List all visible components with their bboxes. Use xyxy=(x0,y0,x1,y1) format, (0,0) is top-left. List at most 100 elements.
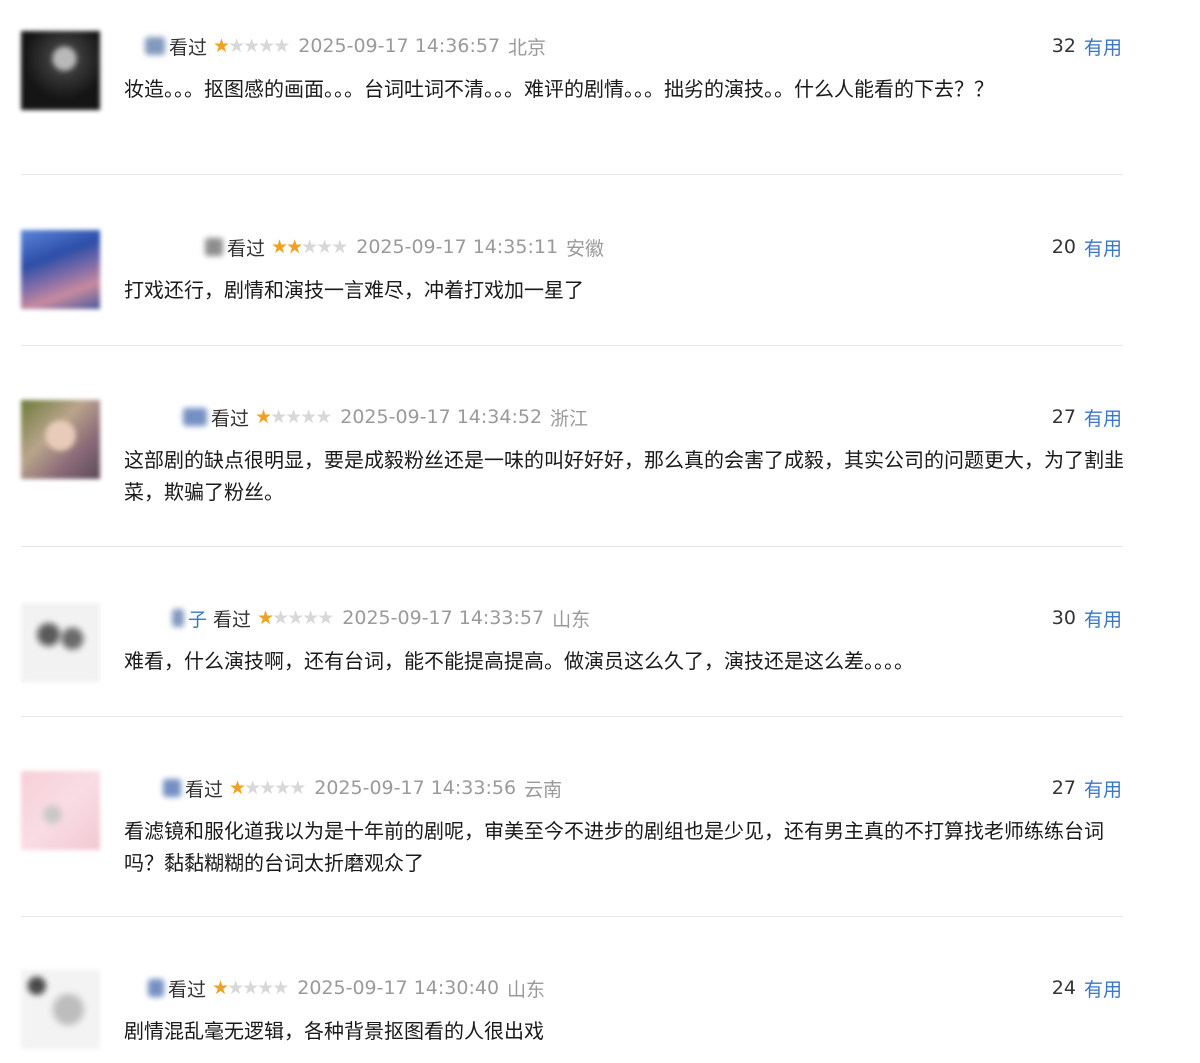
star-empty-icon: ★ xyxy=(244,776,261,799)
star-empty-icon: ★ xyxy=(274,776,291,799)
star-empty-icon: ★ xyxy=(289,776,306,799)
useful-count: 32 xyxy=(1051,35,1076,57)
star-filled-icon: ★ xyxy=(286,235,303,258)
review-time: 2025-09-17 14:30:40 xyxy=(297,977,500,999)
avatar[interactable] xyxy=(21,603,100,682)
star-empty-icon: ★ xyxy=(302,606,319,629)
avatar[interactable] xyxy=(21,771,100,850)
username[interactable] xyxy=(172,609,184,627)
review-location: 云南 xyxy=(524,778,563,801)
star-empty-icon: ★ xyxy=(285,405,302,428)
useful-button[interactable]: 有用 xyxy=(1084,404,1122,431)
rating-stars: ★ ★ ★ ★ ★ xyxy=(255,405,332,428)
useful-button[interactable]: 有用 xyxy=(1084,975,1122,1002)
useful-area: 32 有用 xyxy=(1052,31,1122,61)
review-text: 难看，什么演技啊，还有台词，能不能提高提高。做演员这么久了，演技还是这么差。。。… xyxy=(124,649,914,673)
review-text: 妆造。。。抠图感的画面。。。台词吐词不清。。。难评的剧情。。。拙劣的演技。。什么… xyxy=(124,77,994,101)
star-empty-icon: ★ xyxy=(331,235,348,258)
review-time: 2025-09-17 14:33:56 xyxy=(314,777,517,799)
star-empty-icon: ★ xyxy=(300,405,317,428)
review-location: 北京 xyxy=(508,36,547,59)
review-meta: 看过 ★ ★ ★ ★ ★ 2025-09-17 14:34:52 浙江 xyxy=(183,402,588,432)
star-filled-icon: ★ xyxy=(257,606,274,629)
star-empty-icon: ★ xyxy=(287,606,304,629)
rating-stars: ★ ★ ★ ★ ★ xyxy=(212,976,289,999)
useful-count: 27 xyxy=(1051,777,1076,799)
useful-count: 24 xyxy=(1051,977,1076,999)
watch-status: 看过 xyxy=(213,608,252,631)
avatar[interactable] xyxy=(21,970,100,1049)
star-empty-icon: ★ xyxy=(227,976,244,999)
useful-area: 30 有用 xyxy=(1052,603,1122,633)
review-meta: 看过 ★ ★ ★ ★ ★ 2025-09-17 14:35:11 安徽 xyxy=(205,232,604,262)
star-filled-icon: ★ xyxy=(229,776,246,799)
review-location: 山东 xyxy=(552,608,591,631)
useful-button[interactable]: 有用 xyxy=(1084,775,1122,802)
watch-status: 看过 xyxy=(168,978,207,1001)
review-text: 打戏还行，剧情和演技一言难尽，冲着打戏加一星了 xyxy=(124,278,584,302)
username[interactable] xyxy=(183,408,207,426)
star-filled-icon: ★ xyxy=(212,976,229,999)
watch-status: 看过 xyxy=(227,237,266,260)
star-empty-icon: ★ xyxy=(242,976,259,999)
star-empty-icon: ★ xyxy=(317,606,334,629)
username-visible[interactable]: 子 xyxy=(188,605,207,632)
rating-stars: ★ ★ ★ ★ ★ xyxy=(257,606,334,629)
rating-stars: ★ ★ ★ ★ ★ xyxy=(229,776,306,799)
username[interactable] xyxy=(145,37,165,55)
review-time: 2025-09-17 14:33:57 xyxy=(342,607,545,629)
star-empty-icon: ★ xyxy=(272,976,289,999)
review-meta: 看过 ★ ★ ★ ★ ★ 2025-09-17 14:30:40 山东 xyxy=(148,973,545,1003)
useful-count: 27 xyxy=(1051,406,1076,428)
star-filled-icon: ★ xyxy=(255,405,272,428)
star-empty-icon: ★ xyxy=(270,405,287,428)
review-meta: 子 看过 ★ ★ ★ ★ ★ 2025-09-17 14:33:57 山东 xyxy=(172,603,590,633)
avatar[interactable] xyxy=(21,400,100,479)
review-text: 这部剧的缺点很明显，要是成毅粉丝还是一味的叫好好好，那么真的会害了成毅，其实公司… xyxy=(124,448,1124,504)
username[interactable] xyxy=(163,779,181,797)
star-empty-icon: ★ xyxy=(316,235,333,258)
review-text: 看滤镜和服化道我以为是十年前的剧呢，审美至今不进步的剧组也是少见，还有男主真的不… xyxy=(124,819,1104,875)
review-location: 浙江 xyxy=(550,407,589,430)
star-empty-icon: ★ xyxy=(243,34,260,57)
rating-stars: ★ ★ ★ ★ ★ xyxy=(213,34,290,57)
rating-stars: ★ ★ ★ ★ ★ xyxy=(271,235,348,258)
useful-area: 27 有用 xyxy=(1052,773,1122,803)
useful-area: 27 有用 xyxy=(1052,402,1122,432)
review-text: 剧情混乱毫无逻辑，各种背景抠图看的人很出戏 xyxy=(124,1019,544,1043)
useful-count: 30 xyxy=(1051,607,1076,629)
star-empty-icon: ★ xyxy=(272,606,289,629)
useful-area: 24 有用 xyxy=(1052,973,1122,1003)
divider xyxy=(21,716,1123,717)
star-filled-icon: ★ xyxy=(213,34,230,57)
useful-button[interactable]: 有用 xyxy=(1084,605,1122,632)
star-empty-icon: ★ xyxy=(259,776,276,799)
review-location: 山东 xyxy=(507,978,546,1001)
avatar[interactable] xyxy=(21,31,100,110)
divider xyxy=(21,345,1123,346)
useful-button[interactable]: 有用 xyxy=(1084,234,1122,261)
username[interactable] xyxy=(205,238,223,256)
star-empty-icon: ★ xyxy=(258,34,275,57)
username[interactable] xyxy=(148,979,164,997)
star-empty-icon: ★ xyxy=(228,34,245,57)
review-time: 2025-09-17 14:34:52 xyxy=(340,406,543,428)
useful-button[interactable]: 有用 xyxy=(1084,33,1122,60)
star-empty-icon: ★ xyxy=(301,235,318,258)
star-empty-icon: ★ xyxy=(273,34,290,57)
review-location: 安徽 xyxy=(566,237,605,260)
review-meta: 看过 ★ ★ ★ ★ ★ 2025-09-17 14:33:56 云南 xyxy=(163,773,562,803)
useful-count: 20 xyxy=(1051,236,1076,258)
watch-status: 看过 xyxy=(185,778,224,801)
star-empty-icon: ★ xyxy=(315,405,332,428)
divider xyxy=(21,916,1123,917)
review-time: 2025-09-17 14:36:57 xyxy=(298,35,501,57)
star-empty-icon: ★ xyxy=(257,976,274,999)
useful-area: 20 有用 xyxy=(1052,232,1122,262)
divider xyxy=(21,546,1123,547)
star-filled-icon: ★ xyxy=(271,235,288,258)
watch-status: 看过 xyxy=(169,36,208,59)
watch-status: 看过 xyxy=(211,407,250,430)
avatar[interactable] xyxy=(21,230,100,309)
divider xyxy=(21,174,1123,175)
